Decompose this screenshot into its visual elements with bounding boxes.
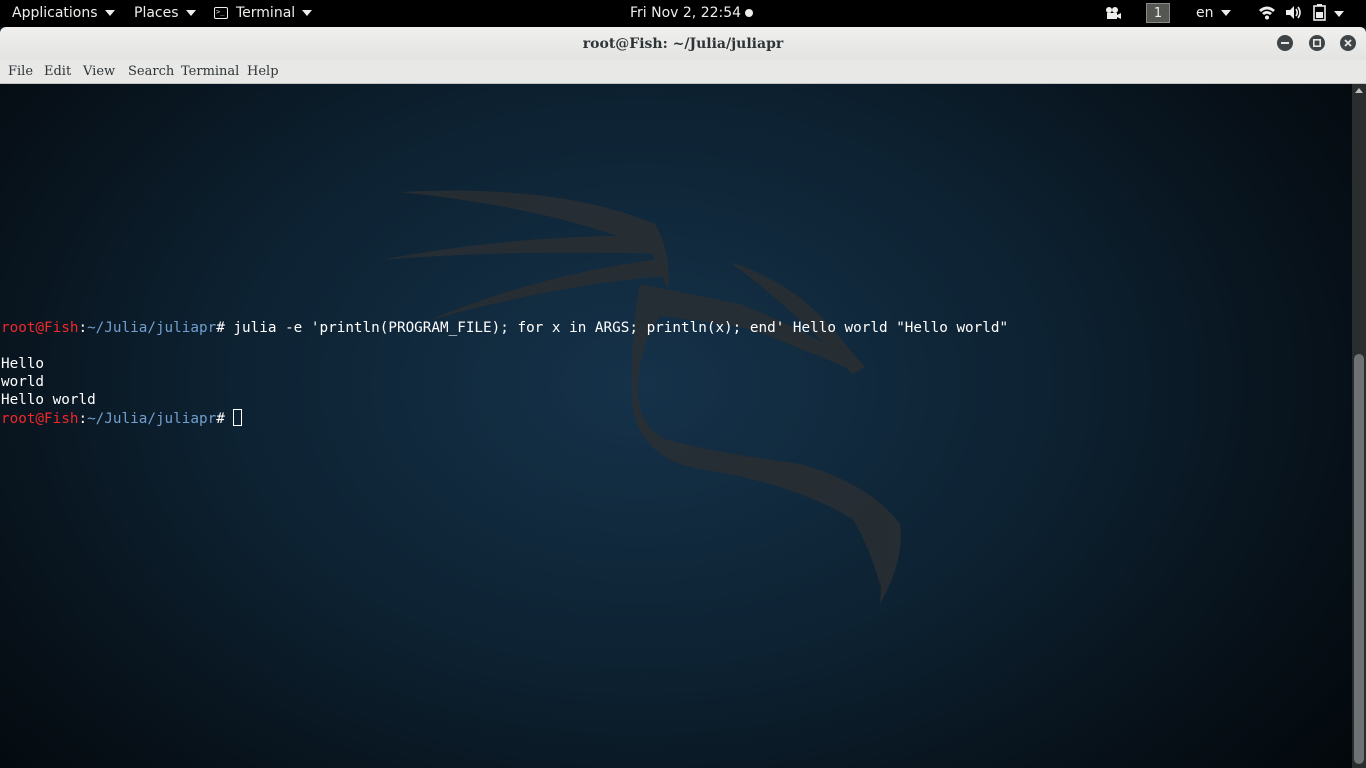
language-label: en — [1196, 5, 1214, 21]
applications-menu[interactable]: Applications — [12, 0, 115, 26]
top-bar: Applications Places >_ Terminal Fri Nov … — [0, 0, 1366, 26]
menu-file[interactable]: File — [8, 64, 33, 79]
maximize-button[interactable] — [1309, 35, 1325, 51]
chevron-down-icon — [104, 10, 115, 16]
maximize-icon — [1313, 39, 1321, 47]
output-line: Hello — [1, 356, 45, 372]
close-button[interactable] — [1340, 35, 1356, 51]
prompt-path: ~/Julia/juliapr — [87, 320, 217, 336]
command-text: julia -e 'println(PROGRAM_FILE); for x i… — [233, 320, 1009, 336]
prompt-line[interactable]: root@Fish:~/Julia/juliapr# — [1, 409, 243, 428]
prompt-char: # — [216, 320, 234, 336]
app-menu[interactable]: >_ Terminal — [214, 0, 313, 26]
chevron-down-icon — [185, 10, 196, 16]
chevron-down-icon — [302, 10, 313, 16]
battery-icon[interactable] — [1313, 4, 1327, 21]
wifi-icon[interactable] — [1258, 5, 1276, 20]
prompt-char: # — [216, 411, 234, 427]
window-titlebar[interactable]: root@Fish: ~/Julia/juliapr — [0, 27, 1366, 60]
system-menu-chevron-icon[interactable] — [1334, 11, 1344, 17]
places-menu[interactable]: Places — [134, 0, 196, 26]
command-line: root@Fish:~/Julia/juliapr# julia -e 'pri… — [1, 319, 1008, 337]
terminal-window: root@Fish: ~/Julia/juliapr File Edit Vie… — [0, 27, 1366, 768]
prompt-separator: : — [78, 320, 88, 336]
terminal-icon: >_ — [214, 7, 228, 19]
menu-terminal[interactable]: Terminal — [181, 64, 239, 79]
clock[interactable]: Fri Nov 2, 22:54 — [630, 0, 754, 26]
menu-bar: File Edit View Search Terminal Help — [0, 60, 1366, 84]
prompt-path: ~/Julia/juliapr — [87, 411, 217, 427]
output-line: world — [1, 374, 45, 390]
clock-label: Fri Nov 2, 22:54 — [630, 5, 742, 21]
applications-label: Applications — [12, 5, 98, 21]
text-cursor — [233, 409, 243, 426]
volume-icon[interactable] — [1285, 5, 1303, 20]
scrollbar-thumb[interactable] — [1354, 354, 1364, 764]
minimize-icon — [1281, 42, 1289, 44]
window-title: root@Fish: ~/Julia/juliapr — [582, 35, 784, 52]
notification-dot-icon — [745, 9, 754, 17]
workspace-indicator[interactable]: 1 — [1146, 0, 1170, 26]
menu-help[interactable]: Help — [247, 64, 279, 79]
minimize-button[interactable] — [1277, 35, 1293, 51]
video-camera-icon[interactable] — [1104, 6, 1122, 20]
menu-search[interactable]: Search — [128, 64, 174, 79]
chevron-down-icon — [1220, 10, 1231, 16]
output-line: Hello world — [1, 392, 96, 408]
close-icon — [1344, 39, 1352, 47]
scroll-up-icon[interactable] — [1355, 88, 1363, 93]
language-menu[interactable]: en — [1196, 0, 1231, 26]
menu-view[interactable]: View — [83, 64, 115, 79]
scrollbar[interactable] — [1352, 84, 1366, 768]
prompt-separator: : — [78, 411, 88, 427]
prompt-user: root@Fish — [1, 320, 79, 336]
places-label: Places — [134, 5, 179, 21]
prompt-user: root@Fish — [1, 411, 79, 427]
workspace-number: 1 — [1146, 3, 1170, 23]
menu-edit[interactable]: Edit — [44, 64, 71, 79]
terminal-output-area[interactable]: root@Fish:~/Julia/juliapr# julia -e 'pri… — [0, 84, 1352, 768]
app-menu-label: Terminal — [236, 5, 296, 21]
